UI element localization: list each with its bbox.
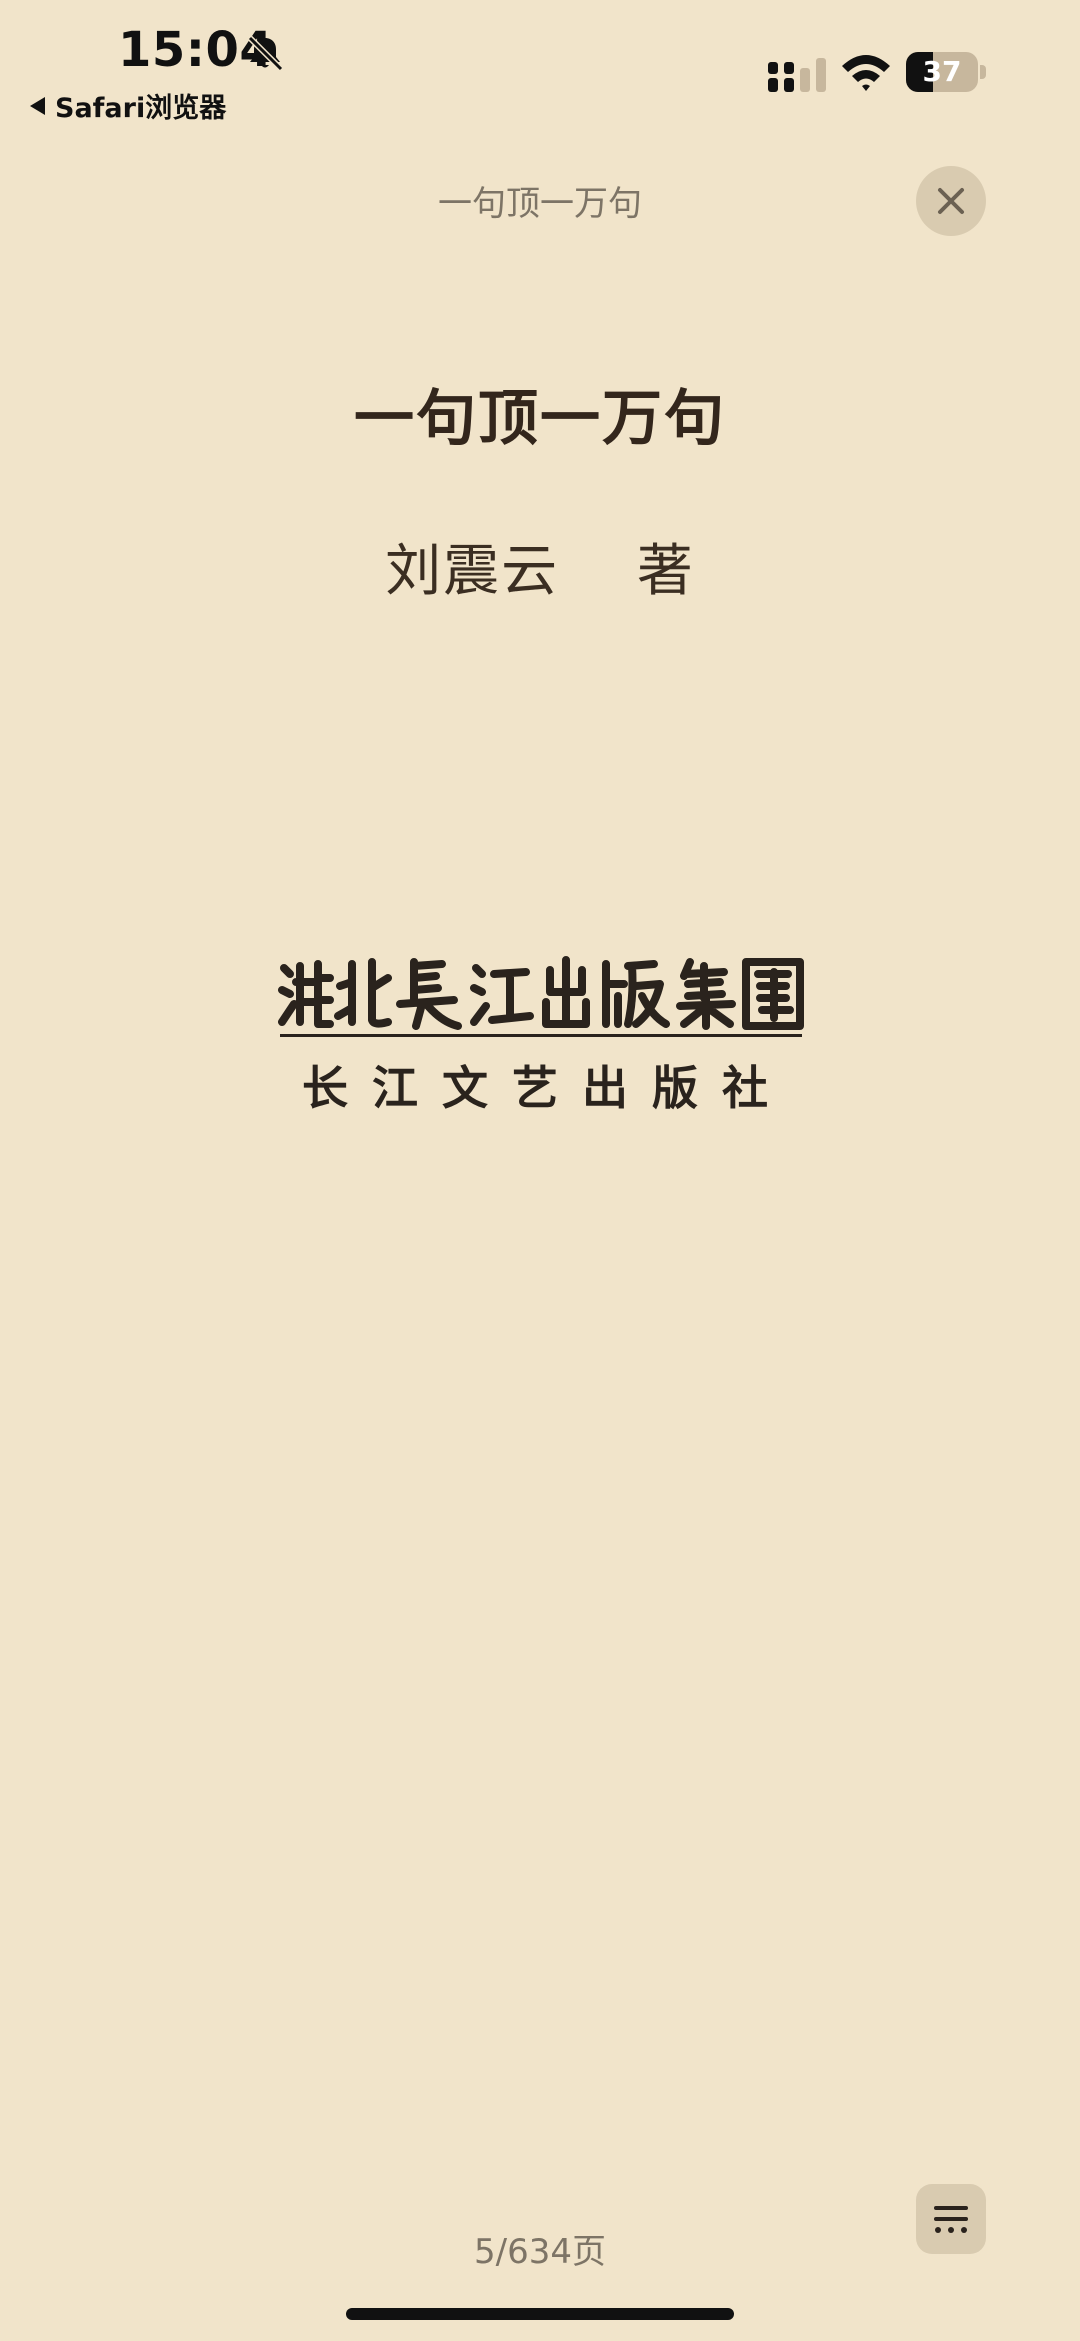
battery-level: 37 bbox=[922, 55, 962, 88]
back-to-safari[interactable]: Safari浏览器 bbox=[30, 86, 226, 125]
status-bar: 15:04 Safari浏览器 37 bbox=[0, 0, 1080, 165]
publisher-name: 长江文艺出版社 bbox=[302, 1061, 792, 1115]
back-arrow-icon bbox=[30, 96, 45, 115]
logo-divider bbox=[280, 1034, 802, 1037]
publisher-calligraphy-logo bbox=[278, 956, 804, 1030]
book-title: 一句顶一万句 bbox=[354, 384, 726, 454]
book-author: 刘震云 著 bbox=[385, 539, 695, 604]
close-icon bbox=[938, 188, 964, 214]
menu-button[interactable] bbox=[916, 2184, 986, 2254]
bell-slash-icon bbox=[247, 35, 284, 72]
wifi-icon bbox=[842, 55, 890, 91]
home-indicator[interactable] bbox=[346, 2308, 734, 2320]
battery-icon: 37 bbox=[906, 52, 986, 92]
publisher-logo: 长江文艺出版社 bbox=[276, 952, 806, 1122]
close-button[interactable] bbox=[916, 166, 986, 236]
back-label: Safari浏览器 bbox=[55, 93, 227, 124]
menu-icon bbox=[934, 2206, 968, 2233]
signal-icon bbox=[768, 58, 826, 92]
